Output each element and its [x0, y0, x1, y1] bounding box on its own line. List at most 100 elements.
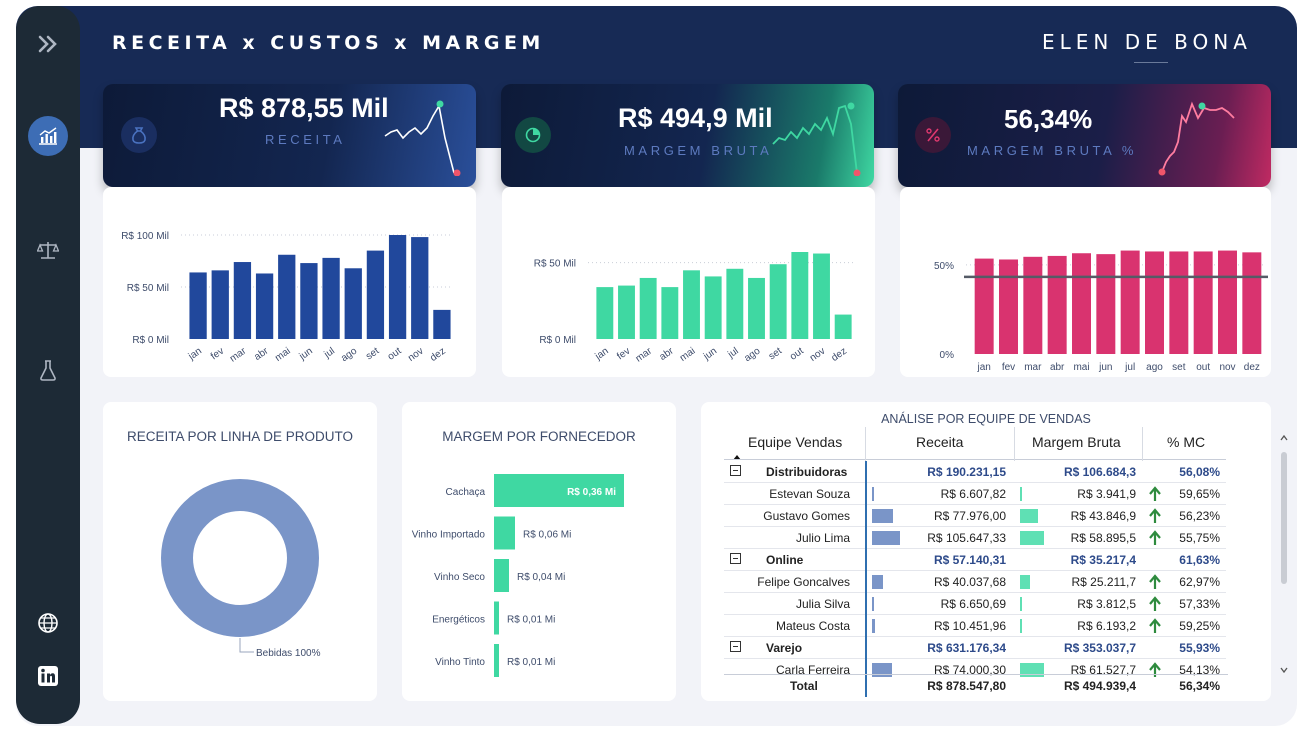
table-row[interactable]: Felipe Goncalves R$ 40.037,68 R$ 25.211,7 6… — [724, 571, 1228, 593]
x-tick-label: jan — [976, 362, 990, 373]
kpi-card-receita[interactable]: R$ 878,55 Mil RECEITA — [103, 84, 476, 187]
table-group-row[interactable]: Varejo R$ 631.176,34 R$ 353.037,7 55,93% — [724, 637, 1228, 659]
th-margem[interactable]: Margem Bruta — [1032, 427, 1121, 457]
receita-bar — [872, 619, 875, 633]
x-tick-label: dez — [830, 346, 850, 364]
table-group-row[interactable]: Online R$ 57.140,31 R$ 35.217,4 61,63% — [724, 549, 1228, 571]
arrow-up-icon — [1149, 530, 1161, 545]
sales-team-title: ANÁLISE POR EQUIPE DE VENDAS — [881, 412, 1091, 426]
bar-mar — [1023, 256, 1043, 354]
group-receita: R$ 631.176,34 — [927, 641, 1006, 655]
kpi-percent-label: MARGEM BRUTA % — [967, 143, 1138, 158]
table-row[interactable]: Mateus Costa R$ 10.451,96 R$ 6.193,2 59,25% — [724, 615, 1228, 637]
table-row[interactable]: Julia Silva R$ 6.650,69 R$ 3.812,5 57,33% — [724, 593, 1228, 615]
chart-icon[interactable] — [28, 116, 68, 156]
bar-mar — [639, 277, 657, 339]
bar-nov — [411, 237, 429, 339]
category-label: Vinho Tinto — [435, 657, 485, 668]
table-scrollbar[interactable] — [1278, 434, 1290, 684]
x-tick-label: fev — [615, 346, 632, 363]
bar-jul — [322, 257, 340, 339]
group-mc: 61,63% — [1179, 553, 1220, 567]
row-mc: 62,97% — [1179, 575, 1220, 589]
x-tick-label: ago — [339, 345, 359, 364]
bar-set — [769, 264, 787, 339]
margem-percent-monthly-chart: 0% 50% jan fev mar abr mai jun jul ago set out nov de… — [934, 250, 1268, 373]
group-receita: R$ 190.231,15 — [927, 465, 1006, 479]
group-name: Varejo — [766, 641, 803, 655]
x-tick-label: out — [788, 346, 806, 363]
money-bag-icon — [121, 117, 157, 153]
table-row[interactable]: Julio Lima R$ 105.647,33 R$ 58.895,5 55,75% — [724, 527, 1228, 549]
brand-divider — [1134, 62, 1168, 63]
bar-mai — [1072, 253, 1091, 354]
table-group-row[interactable]: Distribuidoras R$ 190.231,15 R$ 106.684,3 5… — [724, 461, 1228, 483]
th-receita[interactable]: Receita — [916, 427, 963, 457]
row-receita: R$ 10.451,96 — [933, 619, 1006, 633]
row-margem: R$ 6.193,2 — [1077, 619, 1136, 633]
group-mc: 56,08% — [1179, 465, 1220, 479]
scroll-up-icon[interactable] — [1280, 434, 1288, 442]
scroll-down-icon[interactable] — [1280, 666, 1288, 674]
row-name: Julio Lima — [795, 531, 850, 545]
table-row[interactable]: Gustavo Gomes R$ 77.976,00 R$ 43.846,9 56,2… — [724, 505, 1228, 527]
x-tick-label: out — [386, 346, 404, 363]
x-tick-label: nov — [406, 346, 426, 364]
col-divider — [1142, 427, 1143, 461]
x-tick-label: ago — [1146, 362, 1163, 373]
bar-fev — [618, 285, 635, 339]
bar-abr — [255, 273, 274, 339]
kpi-percent-value: 56,34% — [1004, 104, 1093, 134]
scale-icon[interactable] — [28, 230, 68, 270]
x-tick-label: abr — [658, 345, 677, 363]
double-chevron-right-icon[interactable] — [28, 24, 68, 64]
bar-abr — [661, 287, 679, 339]
group-name: Online — [766, 553, 804, 567]
bar-Vinho Tinto — [494, 644, 499, 677]
receita-bar — [872, 531, 900, 545]
x-tick-label: jun — [297, 346, 315, 363]
bar-Vinho Seco — [494, 559, 509, 592]
y-tick-label: R$ 100 Mil — [121, 231, 169, 242]
bar-dez — [433, 309, 451, 339]
kpi-receita-label: RECEITA — [265, 132, 346, 147]
table-row[interactable]: Estevan Souza R$ 6.607,82 R$ 3.941,9 59,65% — [724, 483, 1228, 505]
linkedin-icon[interactable] — [28, 656, 68, 696]
group-name: Distribuidoras — [766, 465, 848, 479]
globe-icon[interactable] — [28, 603, 68, 643]
header-divider — [724, 459, 1226, 460]
pie-chart-icon — [515, 117, 551, 153]
flask-icon[interactable] — [28, 350, 68, 390]
row-mc: 59,25% — [1179, 619, 1220, 633]
receita-bar — [872, 509, 893, 523]
bar-nov — [813, 253, 830, 339]
bar-jan — [189, 272, 207, 339]
row-name: Gustavo Gomes — [763, 509, 850, 523]
kpi-percent-sparkline — [1158, 101, 1235, 176]
data-label: R$ 0,04 Mi — [517, 572, 565, 583]
row-margem: R$ 3.812,5 — [1077, 597, 1136, 611]
total-receita: R$ 878.547,80 — [927, 679, 1006, 693]
bar-fev — [999, 259, 1018, 354]
collapse-icon[interactable] — [730, 548, 742, 572]
x-tick-label: fev — [209, 346, 226, 363]
category-label: Vinho Importado — [412, 530, 486, 541]
collapse-icon[interactable] — [730, 461, 742, 484]
row-receita: R$ 6.650,69 — [940, 597, 1006, 611]
kpi-card-margem-percent[interactable]: 56,34% MARGEM BRUTA % — [898, 84, 1271, 187]
scroll-thumb[interactable] — [1281, 452, 1287, 584]
group-mc: 55,93% — [1179, 641, 1220, 655]
th-mc[interactable]: % MC — [1167, 427, 1205, 457]
x-tick-label: nov — [808, 346, 828, 364]
collapse-icon[interactable] — [730, 636, 742, 660]
table-total-row: Total R$ 878.547,80 R$ 494.939,4 56,34% — [724, 674, 1228, 696]
kpi-card-margem-bruta[interactable]: R$ 494,9 Mil MARGEM BRUTA — [501, 84, 874, 187]
supplier-margin-chart: Cachaça R$ 0,36 Mi Vinho Importado R$ 0,06 … — [412, 474, 624, 677]
x-tick-label: abr — [1050, 362, 1065, 373]
bar-jan — [974, 258, 994, 354]
x-tick-label: out — [1196, 362, 1210, 373]
bar-mai — [683, 270, 700, 339]
sidebar — [16, 6, 80, 724]
th-equipe[interactable]: Equipe Vendas — [748, 427, 842, 457]
column-highlight-line — [865, 461, 867, 697]
